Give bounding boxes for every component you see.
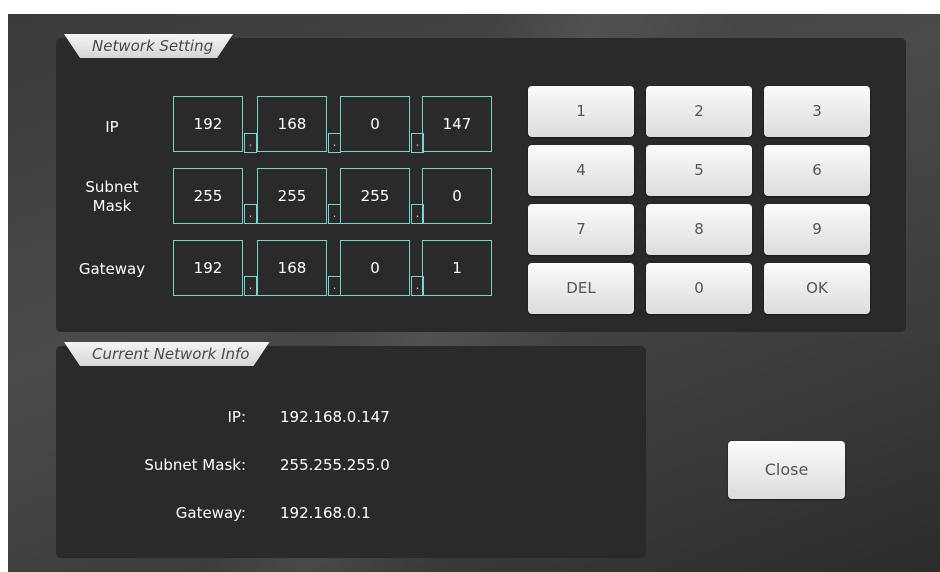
- network-setting-panel: Network Setting IP 192 . 168 . 0 . 147 S…: [56, 38, 906, 332]
- close-button[interactable]: Close: [728, 441, 845, 499]
- key-3[interactable]: 3: [764, 86, 870, 137]
- key-5[interactable]: 5: [646, 145, 752, 196]
- current-network-info-panel: Current Network Info IP: 192.168.0.147 S…: [56, 346, 646, 558]
- key-7[interactable]: 7: [528, 204, 634, 255]
- ip-octet-3-field[interactable]: 0: [340, 96, 410, 152]
- current-gateway-label: Gateway:: [175, 504, 246, 522]
- current-ip-label: IP:: [227, 408, 246, 426]
- ip-label: IP: [105, 118, 119, 136]
- ip-octet-2-field[interactable]: 168: [257, 96, 327, 152]
- key-6[interactable]: 6: [764, 145, 870, 196]
- key-8[interactable]: 8: [646, 204, 752, 255]
- ip-octet-1-field[interactable]: 192: [173, 96, 243, 152]
- screen: Network Setting IP 192 . 168 . 0 . 147 S…: [8, 14, 940, 572]
- gateway-octet-3-field[interactable]: 0: [340, 240, 410, 296]
- key-del-button[interactable]: DEL: [528, 263, 634, 314]
- key-1[interactable]: 1: [528, 86, 634, 137]
- subnet-octet-3-field[interactable]: 255: [340, 168, 410, 224]
- ip-dot-1: .: [244, 133, 257, 153]
- key-9[interactable]: 9: [764, 204, 870, 255]
- gateway-octet-2-field[interactable]: 168: [257, 240, 327, 296]
- key-2[interactable]: 2: [646, 86, 752, 137]
- ip-octet-4-field[interactable]: 147: [422, 96, 492, 152]
- current-gateway-value: 192.168.0.1: [280, 504, 371, 522]
- subnet-mask-label: Subnet Mask: [85, 178, 139, 215]
- gateway-octet-4-field[interactable]: 1: [422, 240, 492, 296]
- gateway-label: Gateway: [78, 260, 146, 278]
- gateway-dot-1: .: [244, 276, 257, 296]
- current-subnet-value: 255.255.255.0: [280, 456, 390, 474]
- subnet-dot-1: .: [244, 204, 257, 224]
- gateway-octet-1-field[interactable]: 192: [173, 240, 243, 296]
- key-4[interactable]: 4: [528, 145, 634, 196]
- current-network-info-title: Current Network Info: [64, 342, 270, 366]
- subnet-octet-4-field[interactable]: 0: [422, 168, 492, 224]
- subnet-octet-1-field[interactable]: 255: [173, 168, 243, 224]
- key-ok-button[interactable]: OK: [764, 263, 870, 314]
- current-subnet-label: Subnet Mask:: [144, 456, 246, 474]
- current-ip-value: 192.168.0.147: [280, 408, 390, 426]
- subnet-octet-2-field[interactable]: 255: [257, 168, 327, 224]
- network-setting-title: Network Setting: [64, 34, 233, 58]
- key-0[interactable]: 0: [646, 263, 752, 314]
